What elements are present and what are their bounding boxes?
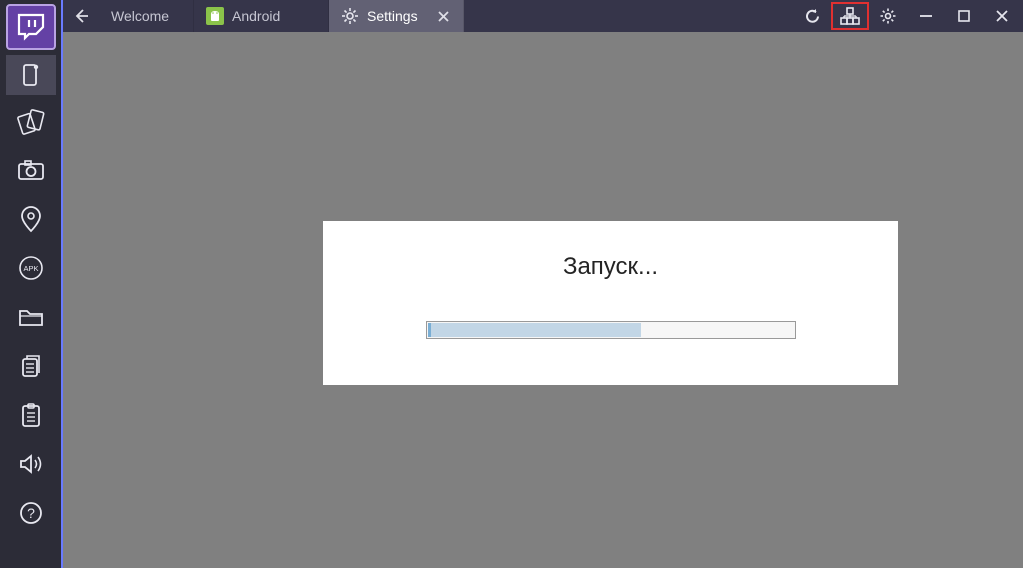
sidebar-emulator[interactable] — [6, 55, 56, 95]
progress-edge — [428, 323, 431, 337]
progress-fill — [428, 323, 641, 337]
close-icon — [438, 11, 449, 22]
back-arrow-icon — [73, 8, 89, 24]
emulator-icon — [18, 62, 44, 88]
tab-label: Android — [232, 8, 280, 24]
sidebar-camera[interactable] — [6, 147, 56, 193]
main-column: Welcome Android Settings — [63, 0, 1023, 568]
reload-button[interactable] — [793, 0, 831, 32]
svg-text:?: ? — [27, 505, 35, 521]
sidebar-copy[interactable] — [6, 343, 56, 389]
progress-bar — [426, 321, 796, 339]
tab-settings[interactable]: Settings — [329, 0, 464, 32]
twitch-icon — [14, 12, 48, 42]
settings-button[interactable] — [869, 0, 907, 32]
sidebar-rotate[interactable] — [6, 98, 56, 144]
sidebar-folder[interactable] — [6, 294, 56, 340]
paste-icon — [19, 402, 43, 428]
multi-instance-button[interactable] — [831, 2, 869, 30]
sidebar-volume[interactable] — [6, 441, 56, 487]
maximize-icon — [957, 9, 971, 23]
minimize-icon — [919, 9, 933, 23]
loading-dialog: Запуск... — [323, 221, 898, 385]
close-icon — [995, 9, 1009, 23]
titlebar-actions — [793, 0, 1023, 32]
tab-welcome[interactable]: Welcome — [99, 0, 194, 32]
reload-icon — [804, 8, 821, 25]
minimize-button[interactable] — [907, 0, 945, 32]
copy-icon — [19, 353, 43, 379]
sidebar: APK — [0, 0, 63, 568]
svg-text:APK: APK — [23, 264, 38, 273]
volume-icon — [18, 453, 44, 475]
sidebar-location[interactable] — [6, 196, 56, 242]
sidebar-paste[interactable] — [6, 392, 56, 438]
content-area: Запуск... — [63, 32, 1023, 568]
camera-icon — [17, 159, 45, 181]
folder-icon — [18, 306, 44, 328]
back-button[interactable] — [63, 0, 99, 32]
apk-icon: APK — [17, 254, 45, 282]
location-icon — [19, 205, 43, 233]
android-icon — [206, 7, 224, 25]
multi-instance-icon — [840, 7, 860, 25]
rotate-icon — [16, 107, 46, 135]
sidebar-help[interactable]: ? — [6, 490, 56, 536]
tab-label: Settings — [367, 8, 418, 24]
tab-label: Welcome — [111, 8, 169, 24]
tab-bar: Welcome Android Settings — [63, 0, 1023, 32]
help-icon: ? — [18, 500, 44, 526]
tab-close-button[interactable] — [435, 8, 451, 24]
twitch-logo[interactable] — [6, 4, 56, 50]
close-window-button[interactable] — [983, 0, 1021, 32]
sidebar-apk[interactable]: APK — [6, 245, 56, 291]
settings-tab-icon — [341, 7, 359, 25]
tabbar-spacer — [464, 0, 793, 32]
dialog-title: Запуск... — [563, 253, 658, 281]
tab-android[interactable]: Android — [194, 0, 329, 32]
gear-icon — [880, 8, 896, 24]
maximize-button[interactable] — [945, 0, 983, 32]
